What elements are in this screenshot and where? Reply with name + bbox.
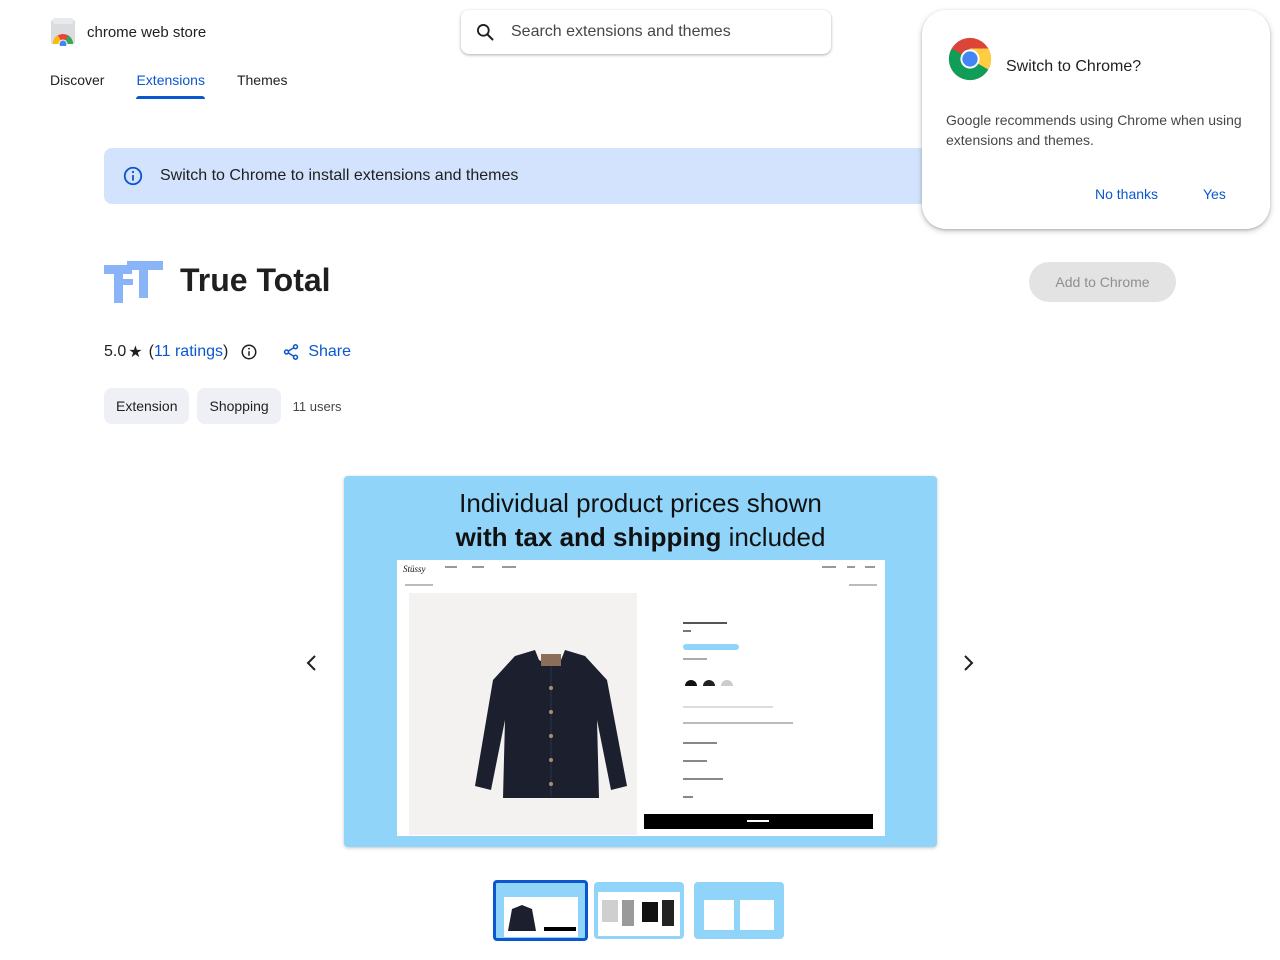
- chevron-left-icon: [306, 655, 316, 671]
- extension-title: True Total: [180, 262, 331, 298]
- rating-info-icon[interactable]: [240, 343, 258, 361]
- main-nav: Discover Extensions Themes: [50, 72, 320, 100]
- product-page-illustration: Stüssy: [397, 560, 885, 836]
- store-logo-link[interactable]: chrome web store: [49, 18, 207, 49]
- chevron-right-icon: [964, 655, 974, 671]
- switch-to-chrome-banner: Switch to Chrome to install extensions a…: [104, 148, 934, 204]
- tab-themes[interactable]: Themes: [237, 72, 288, 100]
- no-thanks-button[interactable]: No thanks: [1095, 186, 1158, 202]
- share-button[interactable]: Share: [282, 343, 351, 361]
- search-input[interactable]: [511, 23, 811, 41]
- tab-extensions[interactable]: Extensions: [136, 72, 206, 100]
- search-icon: [477, 24, 494, 41]
- rating-value: 5.0: [104, 343, 127, 360]
- tab-discover[interactable]: Discover: [50, 72, 104, 100]
- share-label: Share: [308, 343, 352, 360]
- slide-headline-2: with tax and shipping included: [344, 522, 937, 553]
- rating-row: 5.0 ★ ( 11 ratings ) Share: [104, 340, 351, 364]
- thumbnail-3-preview-a: [704, 900, 734, 930]
- carousel-prev-button[interactable]: [299, 650, 325, 676]
- chrome-logo-icon: [947, 36, 993, 87]
- add-to-chrome-button[interactable]: Add to Chrome: [1029, 262, 1176, 302]
- slide-headline-bold: with tax and shipping: [455, 522, 722, 552]
- dialog-title: Switch to Chrome?: [1006, 58, 1142, 75]
- banner-text: Switch to Chrome to install extensions a…: [160, 167, 519, 184]
- info-icon: [123, 166, 143, 186]
- yes-button[interactable]: Yes: [1203, 186, 1226, 202]
- chip-shopping[interactable]: Shopping: [197, 388, 281, 424]
- paren-close: ): [223, 343, 229, 360]
- user-count: 11 users: [292, 398, 342, 414]
- share-icon: [284, 344, 299, 360]
- chips-row: Extension Shopping 11 users: [104, 388, 342, 424]
- switch-to-chrome-dialog: Switch to Chrome? Google recommends usin…: [922, 10, 1270, 229]
- search-box[interactable]: [461, 10, 831, 54]
- thumbnail-3[interactable]: [694, 882, 784, 939]
- ratings-link[interactable]: 11 ratings: [154, 343, 223, 361]
- store-name: chrome web store: [87, 23, 207, 41]
- chrome-web-store-logo-icon: [49, 18, 77, 49]
- star-icon: ★: [128, 344, 143, 361]
- slide-headline-1: Individual product prices shown: [459, 488, 822, 518]
- true-total-logo-icon: [104, 261, 164, 310]
- thumbnail-2-preview: [598, 892, 680, 936]
- screenshot-slide: Individual product prices shown with tax…: [344, 476, 937, 847]
- thumbnail-3-preview-b: [740, 900, 774, 930]
- thumbnail-1[interactable]: [493, 880, 588, 941]
- thumbnail-2[interactable]: [594, 882, 684, 939]
- shop-page-screenshot: Stüssy: [397, 560, 885, 836]
- carousel-next-button[interactable]: [955, 650, 981, 676]
- slide-headline-rest: included: [721, 522, 826, 552]
- chip-extension[interactable]: Extension: [104, 388, 190, 424]
- thumbnail-1-preview: [504, 897, 578, 937]
- svg-text:Stüssy: Stüssy: [403, 564, 426, 574]
- dialog-body: Google recommends using Chrome when usin…: [946, 112, 1242, 148]
